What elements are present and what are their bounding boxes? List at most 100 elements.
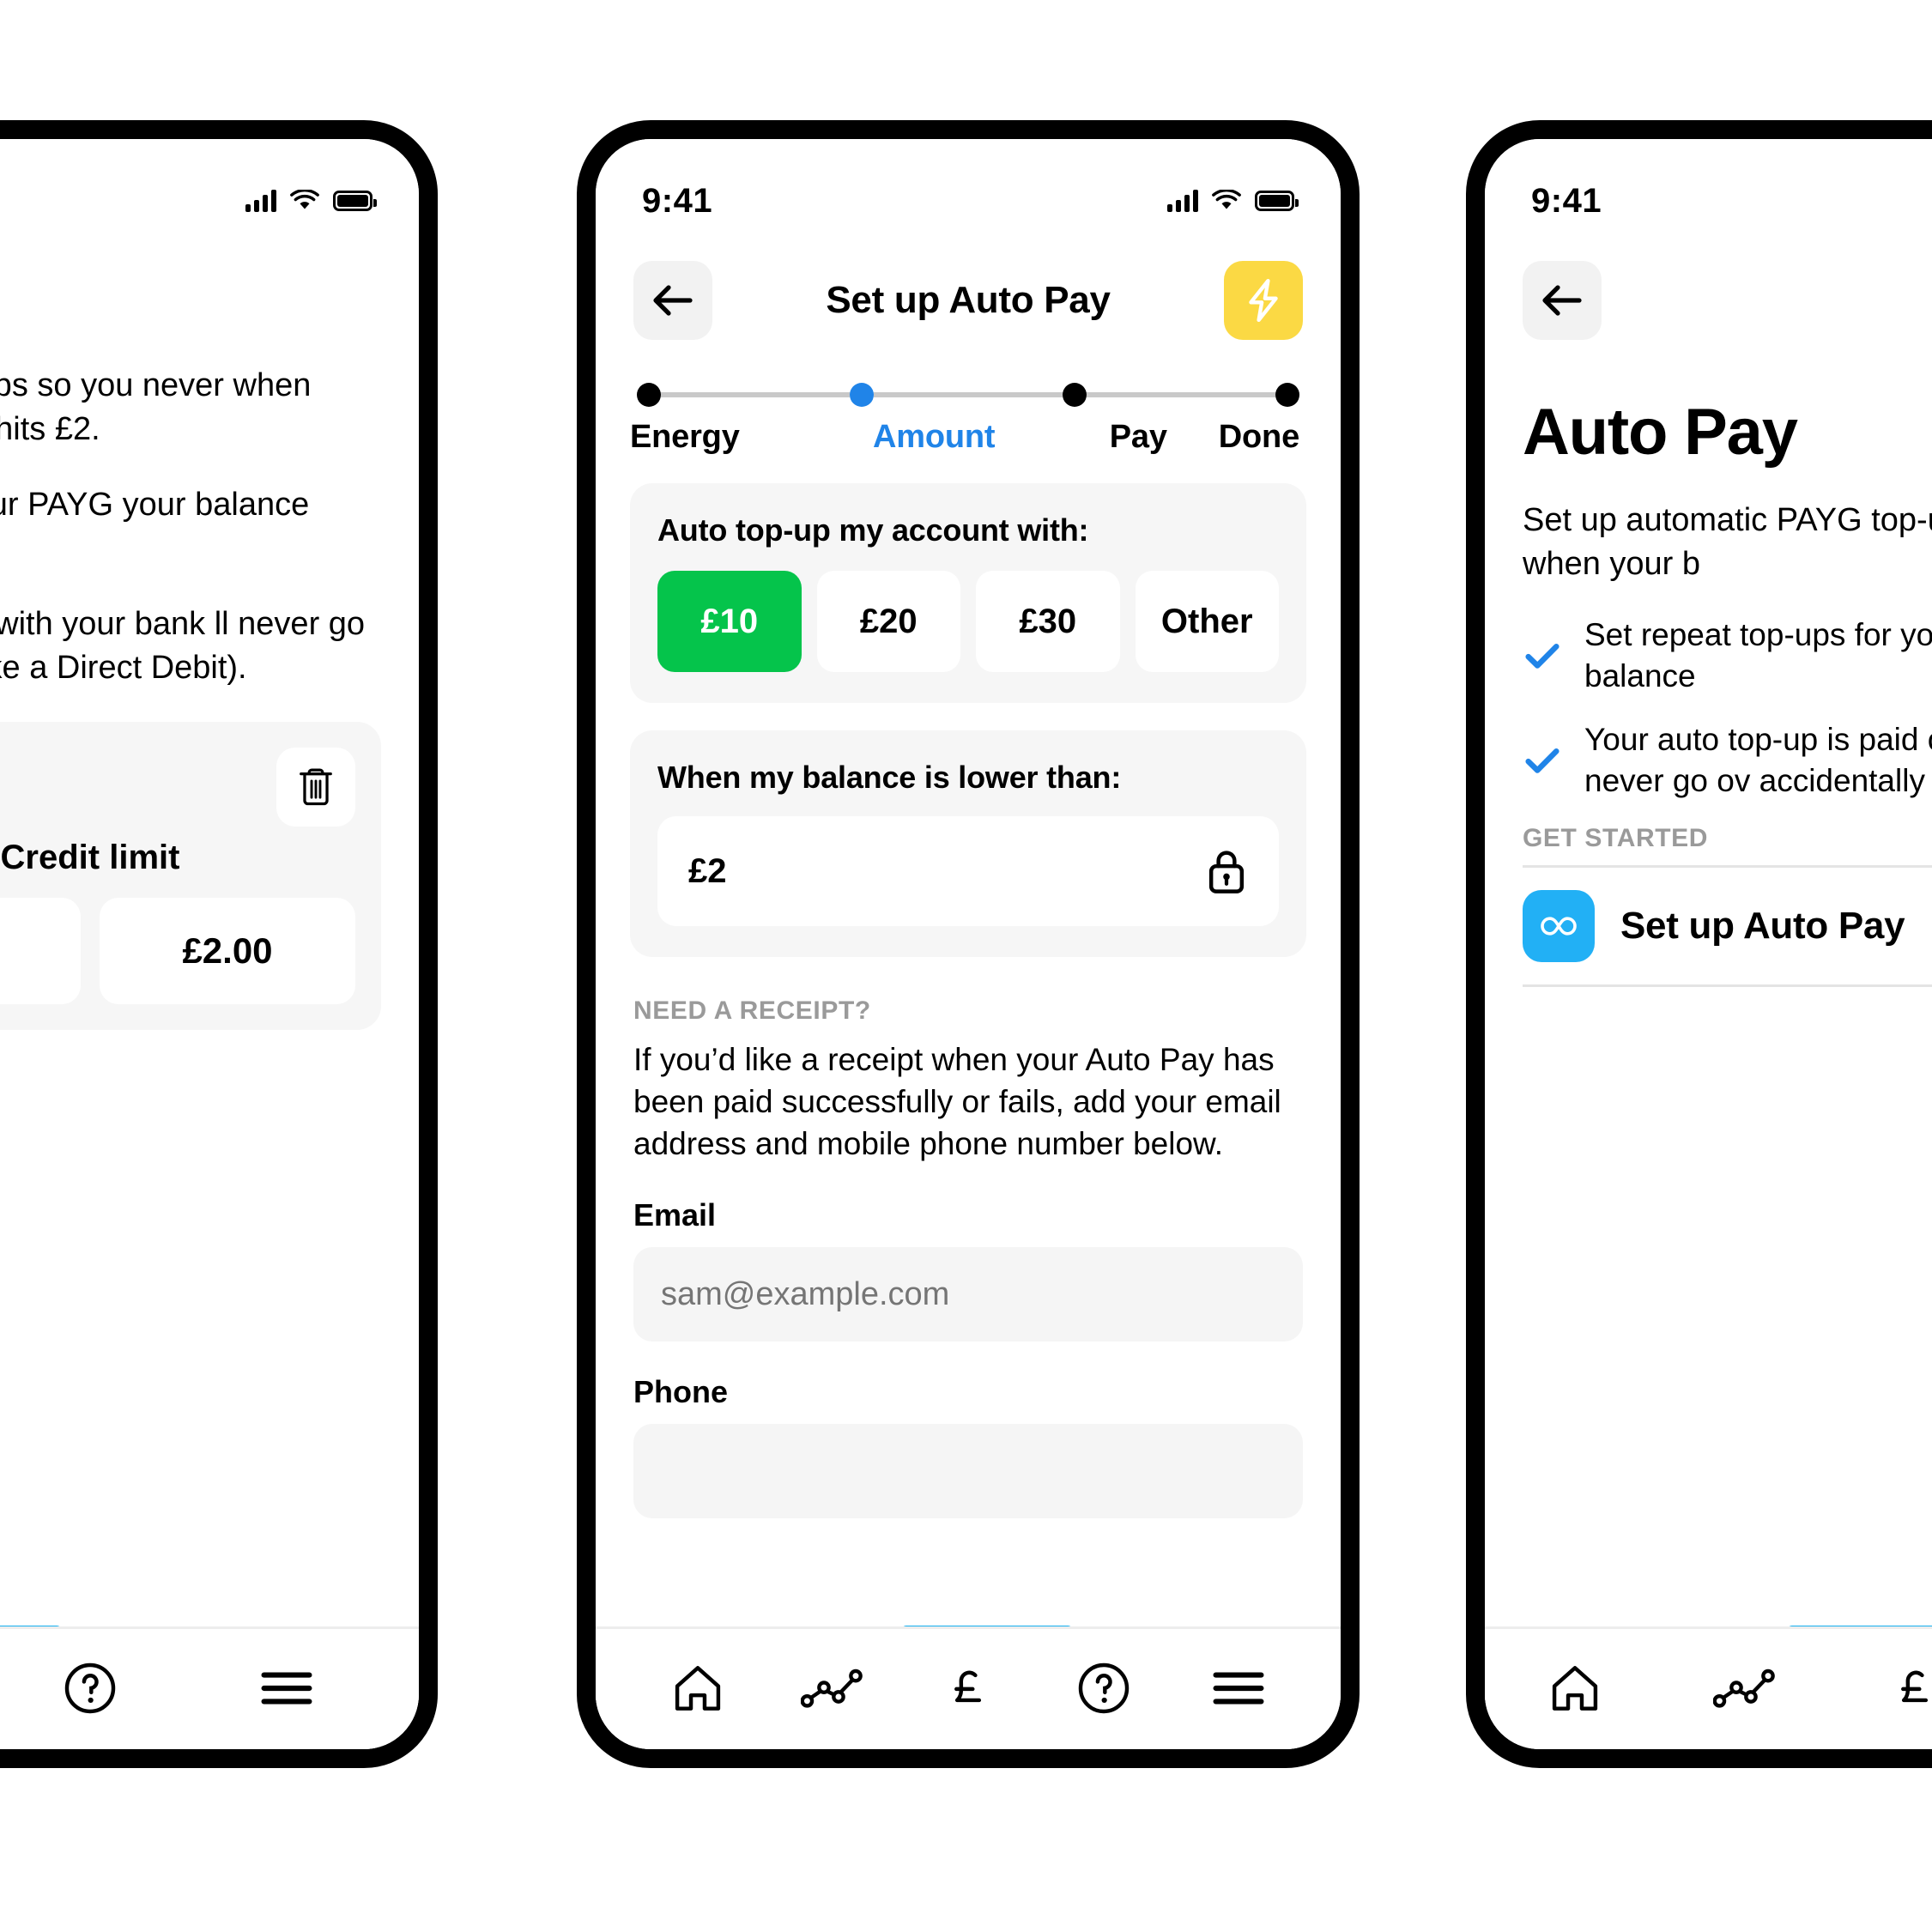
amount-options: £10 £20 £30 Other: [657, 571, 1279, 672]
list-item-setup-auto-pay[interactable]: Set up Auto Pay: [1523, 865, 1932, 988]
status-bar-center: 9:41: [596, 139, 1341, 242]
credit-limit-label: Credit limit: [0, 839, 180, 877]
status-icons-left: [245, 190, 377, 212]
signal-icon: [1167, 190, 1198, 212]
left-paragraph-1: c PAYG top-ups so you never when your ba…: [0, 367, 312, 447]
pound-icon: [1901, 1670, 1929, 1703]
energy-action-button[interactable]: [1224, 261, 1303, 340]
phone-input[interactable]: [633, 1424, 1303, 1519]
back-arrow-icon: [653, 285, 693, 316]
help-icon: [64, 1662, 116, 1714]
hero-intro: Set up automatic PAYG top-u forget to to…: [1523, 502, 1932, 582]
amount-card-title: Auto top-up my account with:: [657, 512, 1089, 548]
receipt-eyebrow: NEED A RECEIPT?: [633, 996, 871, 1025]
back-button-right[interactable]: [1523, 261, 1602, 340]
tab-bar-left: [0, 1626, 419, 1749]
phone-mockup-left: Auto Pay c PAYG top-ups so you never whe…: [0, 120, 438, 1768]
screenshot-stage: Auto Pay c PAYG top-ups so you never whe…: [0, 0, 1932, 1932]
tab-bar-right: [1485, 1626, 1932, 1749]
benefit-item: Set repeat top-ups for yo meter when you…: [1523, 615, 1932, 697]
signal-icon: [245, 190, 276, 212]
help-icon: [1078, 1662, 1129, 1714]
threshold-card-title: When my balance is lower than:: [657, 760, 1122, 795]
page-title-center: Set up Auto Pay: [826, 279, 1111, 321]
receipt-body: If you’d like a receipt when your Auto P…: [633, 1042, 1281, 1161]
tab-usage-right[interactable]: [1708, 1651, 1782, 1725]
status-bar-right: 9:41: [1485, 139, 1932, 242]
phone-screen-center: 9:41 Set up Auto Pay Energy Amount Pay D…: [596, 139, 1341, 1749]
credit-limit-card: Credit limit £2.00: [0, 722, 381, 1031]
get-started-eyebrow: GET STARTED: [1523, 824, 1709, 853]
back-button[interactable]: [633, 261, 712, 340]
step-label-done: Done: [1218, 419, 1299, 455]
benefit-item: Your auto top-up is paid card, so you’ll…: [1523, 719, 1932, 802]
menu-icon: [1213, 1672, 1264, 1705]
battery-icon: [333, 191, 377, 211]
trash-icon: [300, 768, 332, 806]
tab-pay-right[interactable]: [1878, 1651, 1932, 1725]
nav-bar-center: Set up Auto Pay: [596, 242, 1341, 348]
step-dot-energy[interactable]: [637, 383, 661, 407]
check-icon: [1525, 644, 1560, 669]
tab-menu-center[interactable]: [1202, 1651, 1275, 1725]
benefit-text: Set repeat top-ups for yo meter when you…: [1584, 617, 1932, 694]
amount-option-30[interactable]: £30: [976, 571, 1120, 672]
status-time-right: 9:41: [1531, 181, 1602, 220]
progress-stepper: Energy Amount Pay Done: [596, 348, 1341, 456]
credit-limit-fields: £2.00: [0, 898, 355, 1005]
step-dot-done[interactable]: [1275, 383, 1299, 407]
back-arrow-icon: [1542, 285, 1582, 316]
status-icons-center: [1167, 190, 1299, 212]
credit-limit-field-left[interactable]: [0, 898, 81, 1005]
tab-pay-center[interactable]: [931, 1651, 1005, 1725]
benefit-text: Your auto top-up is paid card, so you’ll…: [1584, 722, 1932, 799]
tab-help-center[interactable]: [1067, 1651, 1141, 1725]
stepper-track: [637, 383, 1299, 407]
phone-mockup-center: 9:41 Set up Auto Pay Energy Amount Pay D…: [577, 120, 1360, 1768]
battery-icon: [1255, 191, 1299, 211]
tab-home-right[interactable]: [1538, 1651, 1612, 1725]
list-item-label: Set up Auto Pay: [1620, 905, 1905, 948]
threshold-card: When my balance is lower than: £2: [630, 730, 1306, 957]
lightning-bolt-icon: [1249, 278, 1278, 323]
left-body-text: c PAYG top-ups so you never when your ba…: [0, 364, 419, 689]
benefit-list: Set repeat top-ups for yo meter when you…: [1523, 615, 1932, 802]
check-icon: [1525, 748, 1560, 774]
stepper-labels: Energy Amount Pay Done: [630, 419, 1299, 456]
status-time-center: 9:41: [642, 181, 713, 220]
threshold-value: £2: [688, 851, 727, 890]
receipt-section: NEED A RECEIPT? If you’d like a receipt …: [596, 957, 1341, 1519]
amount-option-other[interactable]: Other: [1135, 571, 1279, 672]
left-paragraph-2: op-ups for your PAYG your balance reache…: [0, 487, 310, 524]
tab-help-left[interactable]: [53, 1651, 127, 1725]
lock-icon: [1208, 851, 1245, 893]
home-icon: [1552, 1666, 1598, 1711]
step-dot-amount[interactable]: [850, 383, 874, 407]
usage-icon: [801, 1669, 863, 1708]
step-label-pay: Pay: [1109, 419, 1167, 455]
infinity-tile: [1523, 890, 1595, 963]
hero-section: Auto Pay Set up automatic PAYG top-u for…: [1485, 348, 1932, 802]
credit-limit-value[interactable]: £2.00: [100, 898, 355, 1005]
nav-bar-left: Auto Pay: [0, 242, 419, 312]
hero-heading: Auto Pay: [1523, 396, 1798, 469]
menu-icon: [261, 1672, 312, 1705]
amount-option-20[interactable]: £20: [816, 571, 960, 672]
email-label: Email: [633, 1197, 717, 1233]
email-input[interactable]: [633, 1247, 1303, 1342]
delete-button[interactable]: [276, 748, 355, 827]
usage-icon: [1713, 1669, 1775, 1708]
tab-home-center[interactable]: [661, 1651, 735, 1725]
nav-bar-right: Auto Pay: [1485, 242, 1932, 348]
status-bar-left: [0, 139, 419, 242]
stepper-line-2: [874, 392, 1063, 397]
wifi-icon: [290, 190, 319, 209]
phone-label: Phone: [633, 1374, 729, 1410]
left-paragraph-3: op-up is paid with your bank ll never go…: [0, 606, 366, 686]
threshold-value-row[interactable]: £2: [657, 816, 1279, 926]
step-dot-pay[interactable]: [1063, 383, 1087, 407]
pound-icon: [954, 1670, 982, 1703]
amount-option-10[interactable]: £10: [657, 571, 802, 672]
tab-menu-left[interactable]: [250, 1651, 324, 1725]
tab-usage-center[interactable]: [796, 1651, 869, 1725]
